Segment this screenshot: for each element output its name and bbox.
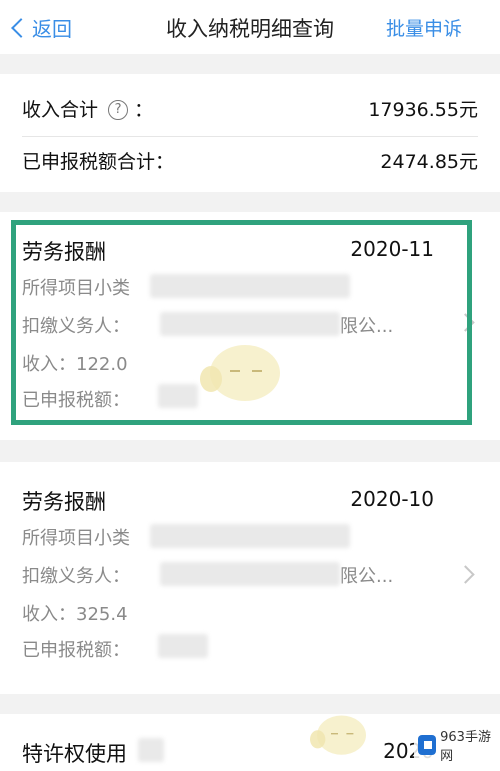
site-watermark: 963手游网 [414,727,498,764]
mascot-eye [252,370,262,372]
record-payer-label: 扣缴义务人： [22,566,130,587]
mascot-eye [331,733,338,735]
record-income: 收入：122.0 [22,354,128,375]
mascot-eye [346,733,354,735]
record-title: 劳务报酬 [22,240,106,264]
tax-total-value: 2474.85元 [380,150,478,173]
record-date: 2020-11 [350,237,434,261]
mascot-wing [310,730,326,749]
redacted-title-rest [138,738,164,762]
help-icon[interactable]: ? [108,100,129,120]
redacted-item [150,524,350,548]
mascot-wing [200,366,222,392]
income-total-value: 17936.55元 [368,98,478,121]
redacted-item [150,274,350,298]
record-item-label: 所得项目小类 [22,278,130,299]
mascot-eye [230,370,240,372]
tax-total-row: 已申报税额合计： 2474.85元 [22,132,478,188]
mascot-icon [310,712,373,761]
record-payer-label: 扣缴义务人： [22,316,130,337]
chevron-right-icon [456,565,475,584]
batch-appeal-button[interactable]: 批量申诉 [386,14,462,41]
record-tax-label: 已申报税额： [22,390,130,411]
watermark-logo-icon [418,735,437,755]
mascot-icon [200,340,290,410]
redacted-payer [160,312,340,336]
income-total-row: 收入合计? ： 17936.55元 [22,80,478,137]
record-date: 2020-10 [350,487,434,511]
record-payer-suffix: 限公... [340,316,394,337]
record-title: 劳务报酬 [22,490,106,514]
income-total-label: 收入合计 [22,98,99,121]
nav-bar: 返回 收入纳税明细查询 批量申诉 [0,0,500,54]
record-item-label: 所得项目小类 [22,528,130,549]
record-tax-label: 已申报税额： [22,640,130,661]
record-income: 收入：325.4 [22,604,128,625]
record-title: 特许权使用 [22,742,127,766]
watermark-text: 963手游网 [440,730,491,764]
record-card[interactable]: 劳务报酬 2020-10 所得项目小类 扣缴义务人： 限公... 收入：325.… [0,462,500,694]
summary-panel: 收入合计? ： 17936.55元 已申报税额合计： 2474.85元 [0,74,500,192]
redacted-tax [158,384,198,408]
tax-total-label: 已申报税额合计： [22,150,175,173]
income-total-colon: ： [134,98,154,121]
income-total-label-group: 收入合计? ： [22,95,153,122]
redacted-tax [158,634,208,658]
chevron-right-icon [456,313,475,332]
record-payer-suffix: 限公... [340,566,394,587]
redacted-payer [160,562,340,586]
